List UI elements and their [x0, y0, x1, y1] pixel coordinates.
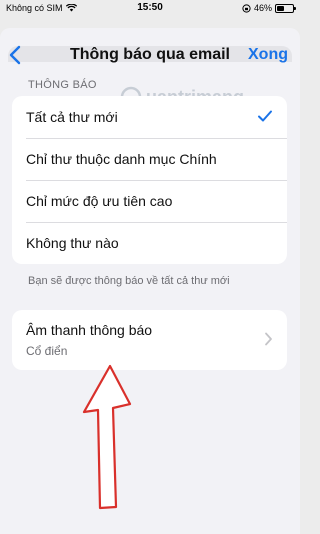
option-label: Chỉ mức độ ưu tiên cao: [26, 193, 173, 209]
battery-percent: 46%: [253, 3, 272, 13]
notification-sound-title: Âm thanh thông báo: [26, 322, 153, 338]
done-button[interactable]: Xong: [248, 46, 288, 64]
annotation-arrow: [82, 364, 132, 510]
status-bar: Không có SIM 15:50 46%: [0, 0, 300, 16]
option-label: Chỉ thư thuộc danh mục Chính: [26, 151, 217, 167]
notification-options-list: Tất cả thư mới Chỉ thư thuộc danh mục Ch…: [12, 96, 287, 264]
orientation-lock-icon: [242, 3, 251, 13]
option-primary-only[interactable]: Chỉ thư thuộc danh mục Chính: [12, 138, 287, 180]
notification-sound-value: Cổ điển: [26, 344, 68, 358]
checkmark-icon: [258, 110, 272, 122]
navigation-bar: Thông báo qua email Xong: [0, 40, 300, 70]
option-all-new-mail[interactable]: Tất cả thư mới: [12, 96, 287, 138]
battery-fill: [277, 5, 284, 11]
battery-icon: [275, 3, 296, 13]
option-none[interactable]: Không thư nào: [12, 222, 287, 264]
option-label: Không thư nào: [26, 235, 119, 251]
section-footer-note: Bạn sẽ được thông báo về tất cả thư mới: [28, 275, 230, 287]
status-right: 46%: [242, 3, 296, 13]
option-high-priority[interactable]: Chỉ mức độ ưu tiên cao: [12, 180, 287, 222]
notification-sound-row[interactable]: Âm thanh thông báo Cổ điển: [12, 310, 287, 370]
chevron-right-icon: [265, 332, 272, 346]
option-label: Tất cả thư mới: [26, 109, 118, 125]
section-header: THÔNG BÁO: [28, 79, 97, 91]
